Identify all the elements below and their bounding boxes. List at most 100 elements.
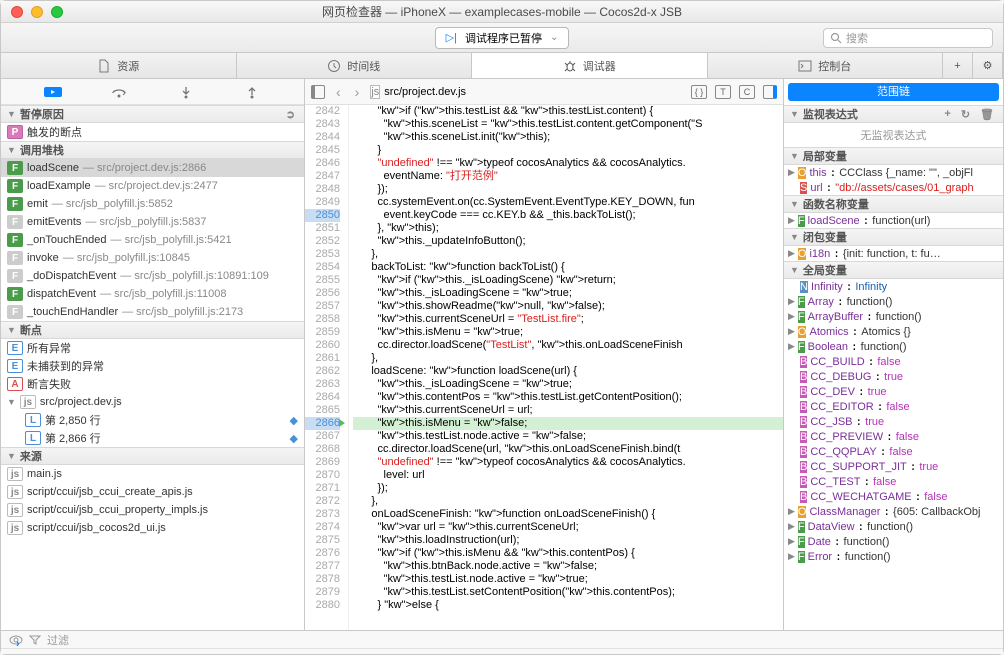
code-line[interactable]: "kw">if ("kw">this.isMenu && "kw">this.c… bbox=[353, 547, 783, 560]
var-row[interactable]: ▶Othis: CCClass {_name: "", _objFl bbox=[784, 165, 1003, 180]
breadcrumb[interactable]: js src/project.dev.js bbox=[370, 85, 683, 99]
code-content[interactable]: "kw">if ("kw">this.testList && "kw">this… bbox=[349, 105, 783, 630]
var-row[interactable]: NInfinity: Infinity bbox=[784, 279, 1003, 294]
closure-vars-header[interactable]: ▼闭包变量 bbox=[784, 228, 1003, 246]
code-line[interactable]: cc.systemEvent.on(cc.SystemEvent.EventTy… bbox=[353, 196, 783, 209]
var-row[interactable]: BCC_TEST: false bbox=[784, 474, 1003, 489]
debug-status-button[interactable]: ▷| 调试程序已暂停 ⌄ bbox=[435, 27, 570, 49]
callstack-frame[interactable]: FdispatchEvent — src/jsb_polyfill.js:110… bbox=[1, 285, 304, 303]
gutter-line[interactable]: 2849 bbox=[305, 196, 340, 209]
var-row[interactable]: ▶FError: function() bbox=[784, 549, 1003, 564]
sources-header[interactable]: ▼ 来源 bbox=[1, 447, 304, 465]
code-line[interactable]: "kw">this.testList.setContentPosition("k… bbox=[353, 586, 783, 599]
var-row[interactable]: ▶FBoolean: function() bbox=[784, 339, 1003, 354]
var-row[interactable]: ▶FDate: function() bbox=[784, 534, 1003, 549]
bp-line-row[interactable]: L第 2,850 行◆ bbox=[1, 411, 304, 429]
code-line[interactable]: } bbox=[353, 144, 783, 157]
funcname-vars-header[interactable]: ▼函数名称变量 bbox=[784, 195, 1003, 213]
pretty-print-button[interactable]: { } bbox=[691, 85, 707, 99]
tab-debugger[interactable]: 调试器 bbox=[472, 53, 708, 78]
gutter-line[interactable]: 2875 bbox=[305, 534, 340, 547]
gutter-line[interactable]: 2874 bbox=[305, 521, 340, 534]
var-row[interactable]: BCC_WECHATGAME: false bbox=[784, 489, 1003, 504]
code-line[interactable]: } "kw">else { bbox=[353, 599, 783, 612]
bp-all-exceptions[interactable]: E所有异常 bbox=[1, 339, 304, 357]
source-file-row[interactable]: jsmain.js bbox=[1, 465, 304, 483]
code-area[interactable]: 2842284328442845284628472848284928502851… bbox=[305, 105, 783, 630]
gutter-line[interactable]: 2848 bbox=[305, 183, 340, 196]
var-row[interactable]: ▶Oi18n: {init: function, t: fu… bbox=[784, 246, 1003, 261]
nav-back[interactable]: ‹ bbox=[333, 84, 344, 100]
gutter-line[interactable]: 2855 bbox=[305, 274, 340, 287]
code-line[interactable]: }); bbox=[353, 482, 783, 495]
callstack-header[interactable]: ▼ 调用堆栈 bbox=[1, 141, 304, 159]
var-row[interactable]: ▶OClassManager: {605: CallbackObj bbox=[784, 504, 1003, 519]
tab-console[interactable]: 控制台 bbox=[708, 53, 944, 78]
gutter-line[interactable]: 2859 bbox=[305, 326, 340, 339]
search-input[interactable]: 搜索 bbox=[823, 28, 993, 48]
code-line[interactable]: "kw">this.testList.node.active = "kw">fa… bbox=[353, 430, 783, 443]
code-line[interactable]: }); bbox=[353, 183, 783, 196]
var-row[interactable]: BCC_EDITOR: false bbox=[784, 399, 1003, 414]
breakpoints-header[interactable]: ▼ 断点 bbox=[1, 321, 304, 339]
callstack-frame[interactable]: F_onTouchEnded — src/jsb_polyfill.js:542… bbox=[1, 231, 304, 249]
var-row[interactable]: BCC_SUPPORT_JIT: true bbox=[784, 459, 1003, 474]
tab-resources[interactable]: 资源 bbox=[1, 53, 237, 78]
code-line[interactable]: "kw">this._isLoadingScene = "kw">true; bbox=[353, 378, 783, 391]
bp-file-row[interactable]: ▼ js src/project.dev.js bbox=[1, 393, 304, 411]
add-watch-button[interactable]: + bbox=[941, 108, 953, 120]
gutter-line[interactable]: 2852 bbox=[305, 235, 340, 248]
code-line[interactable]: onLoadSceneFinish: "kw">function onLoadS… bbox=[353, 508, 783, 521]
code-line[interactable]: "kw">if ("kw">this._isLoadingScene) "kw"… bbox=[353, 274, 783, 287]
gutter-line[interactable]: 2870 bbox=[305, 469, 340, 482]
scope-chain-button[interactable]: 范围链 bbox=[788, 83, 999, 101]
source-file-row[interactable]: jsscript/ccui/jsb_ccui_create_apis.js bbox=[1, 483, 304, 501]
gutter-line[interactable]: 2847 bbox=[305, 170, 340, 183]
code-line[interactable]: "kw">this.showReadme("kw">null, "kw">fal… bbox=[353, 300, 783, 313]
source-file-row[interactable]: jsscript/ccui/jsb_ccui_property_impls.js bbox=[1, 501, 304, 519]
gutter-line[interactable]: 2880 bbox=[305, 599, 340, 612]
gutter-line[interactable]: 2863 bbox=[305, 378, 340, 391]
gutter-line[interactable]: 2867 bbox=[305, 430, 340, 443]
gutter-line[interactable]: 2868 bbox=[305, 443, 340, 456]
code-line[interactable]: "kw">this.sceneList.init("kw">this); bbox=[353, 131, 783, 144]
code-line[interactable]: "kw">this.loadInstruction(url); bbox=[353, 534, 783, 547]
code-line[interactable]: cc.director.loadScene("TestList", "kw">t… bbox=[353, 339, 783, 352]
code-line[interactable]: "kw">this.sceneList = "kw">this.testList… bbox=[353, 118, 783, 131]
source-file-row[interactable]: jsscript/ccui/jsb_cocos2d_ui.js bbox=[1, 519, 304, 537]
gutter-line[interactable]: 2872 bbox=[305, 495, 340, 508]
var-row[interactable]: BCC_PREVIEW: false bbox=[784, 429, 1003, 444]
gutter[interactable]: 2842284328442845284628472848284928502851… bbox=[305, 105, 349, 630]
gutter-line[interactable]: 2850 bbox=[305, 209, 340, 222]
tab-settings[interactable]: ⚙ bbox=[973, 53, 1003, 78]
gutter-line[interactable]: 2853 bbox=[305, 248, 340, 261]
console-prompt[interactable]: › bbox=[8, 635, 28, 653]
gutter-line[interactable]: 2862 bbox=[305, 365, 340, 378]
code-line[interactable]: eventName: "打开范例" bbox=[353, 170, 783, 183]
callstack-frame[interactable]: F_doDispatchEvent — src/jsb_polyfill.js:… bbox=[1, 267, 304, 285]
gutter-line[interactable]: 2860 bbox=[305, 339, 340, 352]
gutter-line[interactable]: 2857 bbox=[305, 300, 340, 313]
gutter-line[interactable]: 2845 bbox=[305, 144, 340, 157]
code-line[interactable]: backToList: "kw">function backToList() { bbox=[353, 261, 783, 274]
var-row[interactable]: Surl: "db://assets/cases/01_graph bbox=[784, 180, 1003, 195]
bp-uncaught-exceptions[interactable]: E未捕获到的异常 bbox=[1, 357, 304, 375]
gutter-line[interactable]: 2878 bbox=[305, 573, 340, 586]
global-vars-header[interactable]: ▼全局变量 bbox=[784, 261, 1003, 279]
pause-reason-header[interactable]: ▼ 暂停原因 ➲ bbox=[1, 105, 304, 123]
pause-reason-row[interactable]: P 触发的断点 bbox=[1, 123, 304, 141]
goto-icon[interactable]: ➲ bbox=[283, 108, 298, 121]
var-row[interactable]: ▶FArray: function() bbox=[784, 294, 1003, 309]
code-line[interactable]: }, "kw">this); bbox=[353, 222, 783, 235]
code-line[interactable]: }, bbox=[353, 248, 783, 261]
var-row[interactable]: ▶FDataView: function() bbox=[784, 519, 1003, 534]
gutter-line[interactable]: 2856 bbox=[305, 287, 340, 300]
tab-timeline[interactable]: 时间线 bbox=[237, 53, 473, 78]
var-row[interactable]: BCC_QQPLAY: false bbox=[784, 444, 1003, 459]
gutter-line[interactable]: 2843 bbox=[305, 118, 340, 131]
code-line[interactable]: event.keyCode === cc.KEY.b && _this.back… bbox=[353, 209, 783, 222]
code-line[interactable]: "kw">this._updateInfoButton(); bbox=[353, 235, 783, 248]
gutter-line[interactable]: 2864 bbox=[305, 391, 340, 404]
gutter-line[interactable]: 2851 bbox=[305, 222, 340, 235]
gutter-line[interactable]: 2869 bbox=[305, 456, 340, 469]
